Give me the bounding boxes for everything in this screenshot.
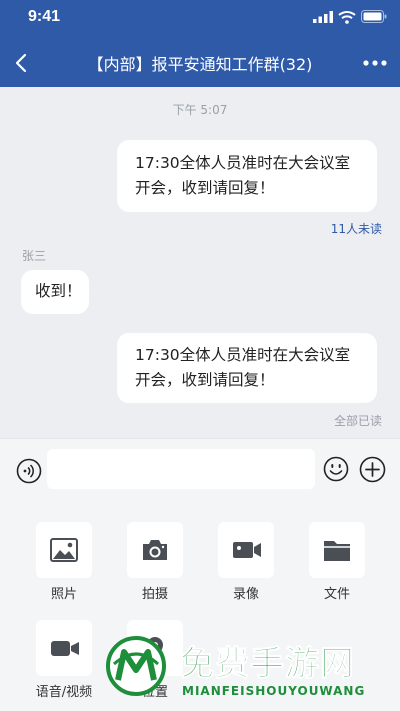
watermark-logo [106,636,166,696]
message-bubble-sent[interactable]: 17:30全体人员准时在大会议室 开会，收到请回复！ [117,140,377,212]
capture-label: 拍摄 [141,587,168,602]
page-title: 【内部】报平安通知工作群(32) [87,55,313,74]
record-video-button[interactable] [218,522,274,578]
input-bar [0,438,400,501]
video-call-icon [51,641,79,656]
photo-button[interactable] [36,522,92,578]
read-status[interactable]: 11人未读 [331,220,382,237]
file-label: 文件 [323,587,350,602]
message-bubble-received[interactable]: 收到！ [21,270,89,314]
message-text: 17:30全体人员准时在大会议室 [135,346,351,364]
watermark-text: 免费手游网 [180,644,355,685]
message-text: 收到！ [35,282,82,300]
emoji-icon[interactable] [323,456,349,482]
file-button[interactable] [309,522,365,578]
camera-icon [143,540,167,560]
message-text: 开会，收到请回复！ [135,179,275,197]
more-icon[interactable] [362,56,388,70]
voice-video-call-label: 语音/视频 [35,685,93,700]
voice-input-icon[interactable] [16,458,42,484]
status-time: 9:41 [28,8,61,25]
folder-icon [324,541,350,561]
watermark-subtext: MIANFEISHOUYOUWANG [182,684,366,698]
sender-name: 张三 [22,249,47,263]
wifi-icon [338,11,356,24]
message-bubble-sent[interactable]: 17:30全体人员准时在大会议室 开会，收到请回复！ [117,333,377,403]
back-icon[interactable] [10,50,34,76]
image-icon [50,538,78,562]
top-bar: 9:41 【内部】报平安通知工作群(32) [0,0,400,87]
message-text: 开会，收到请回复！ [135,371,275,389]
message-timestamp: 下午 5:07 [172,103,228,117]
record-video-label: 录像 [232,587,259,602]
capture-button[interactable] [127,522,183,578]
status-bar: 9:41 [0,0,400,36]
watermark: 免费手游网 MIANFEISHOUYOUWANG [104,628,394,708]
photo-label: 照片 [50,587,77,602]
read-status[interactable]: 全部已读 [334,412,382,429]
message-input[interactable] [47,449,315,489]
voice-video-call-button[interactable] [36,620,92,676]
video-camera-icon [233,542,261,558]
signal-icon [313,11,333,23]
chat-area[interactable]: 下午 5:07 17:30全体人员准时在大会议室 开会，收到请回复！ 11人未读… [0,87,400,438]
message-text: 17:30全体人员准时在大会议室 [135,154,351,172]
add-icon[interactable] [359,456,386,483]
battery-icon [361,10,387,23]
